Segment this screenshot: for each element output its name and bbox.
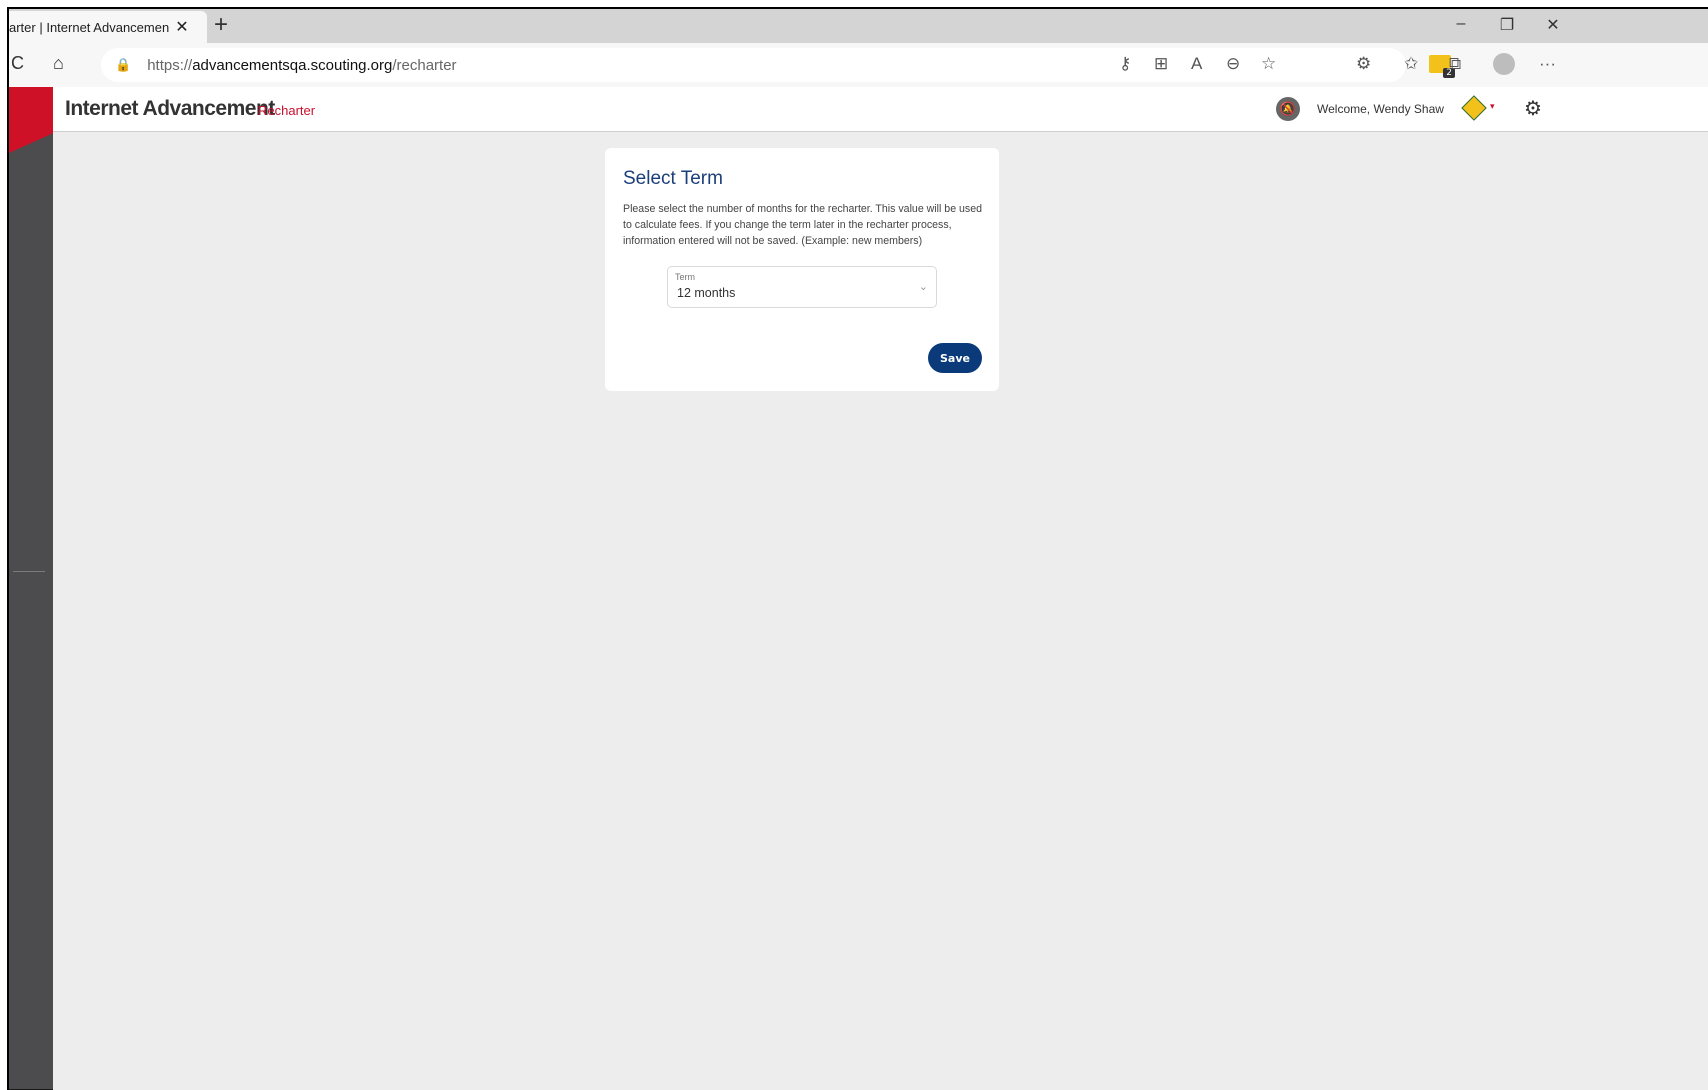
save-button[interactable]: Save bbox=[928, 343, 982, 373]
url-text: https://advancementsqa.scouting.org/rech… bbox=[147, 57, 456, 74]
select-term-card: Select Term Please select the number of … bbox=[605, 148, 999, 391]
url-path: /recharter bbox=[392, 56, 457, 74]
home-icon[interactable]: ⌂ bbox=[53, 53, 64, 74]
extensions-icon[interactable]: ⚙ bbox=[1356, 54, 1371, 74]
tab-title: arter | Internet Advancemen bbox=[9, 19, 170, 35]
card-description: Please select the number of months for t… bbox=[623, 203, 983, 247]
zoom-out-icon[interactable]: ⊖ bbox=[1226, 54, 1240, 74]
refresh-icon[interactable]: C bbox=[11, 53, 24, 74]
page-subtitle: Recharter bbox=[258, 103, 316, 118]
welcome-text: Welcome, Wendy Shaw bbox=[1317, 102, 1444, 116]
restore-icon[interactable]: ❐ bbox=[1487, 15, 1527, 35]
profile-avatar-icon[interactable] bbox=[1493, 53, 1515, 75]
tab-strip: arter | Internet Advancemen ✕ + – ❐ ✕ bbox=[9, 9, 1708, 43]
browser-window: arter | Internet Advancemen ✕ + – ❐ ✕ C … bbox=[7, 7, 1708, 1090]
unit-caret-icon[interactable]: ▾ bbox=[1490, 101, 1495, 112]
url-host: advancementsqa.scouting.org bbox=[192, 56, 393, 74]
favorites-icon[interactable]: ✩ bbox=[1404, 54, 1418, 74]
settings-gear-icon[interactable]: ⚙ bbox=[1524, 96, 1542, 121]
term-select[interactable]: Term 12 months ⌄ bbox=[667, 266, 937, 308]
new-tab-button[interactable]: + bbox=[214, 13, 228, 37]
term-value: 12 months bbox=[677, 286, 736, 300]
unit-switcher-icon[interactable] bbox=[1461, 95, 1487, 121]
apps-icon[interactable]: ⊞ bbox=[1154, 54, 1168, 74]
sidebar-divider bbox=[13, 571, 45, 572]
minimize-icon[interactable]: – bbox=[1441, 15, 1481, 33]
address-bar[interactable]: 🔒 https://advancementsqa.scouting.org/re… bbox=[101, 48, 1406, 82]
close-tab-icon[interactable]: ✕ bbox=[171, 17, 193, 37]
card-title: Select Term bbox=[623, 168, 723, 189]
more-menu-icon[interactable]: ··· bbox=[1539, 54, 1556, 74]
add-favorite-icon[interactable]: ☆ bbox=[1261, 54, 1276, 74]
lock-icon[interactable]: 🔒 bbox=[115, 57, 131, 73]
left-sidebar bbox=[9, 87, 53, 1090]
app-title[interactable]: Internet Advancement bbox=[65, 97, 275, 121]
app-header: Internet Advancement Recharter 🔕 Welcome… bbox=[53, 87, 1708, 132]
read-aloud-icon[interactable]: A bbox=[1191, 54, 1202, 74]
url-scheme: https:// bbox=[147, 56, 193, 74]
brand-accent bbox=[9, 87, 53, 153]
key-icon[interactable]: ⚷ bbox=[1119, 54, 1131, 74]
collections-icon[interactable]: ⧉ bbox=[1449, 54, 1461, 74]
window-close-icon[interactable]: ✕ bbox=[1533, 15, 1573, 35]
chevron-down-icon: ⌄ bbox=[918, 281, 928, 293]
term-label: Term bbox=[675, 272, 695, 282]
extension-icon[interactable]: 2 bbox=[1429, 55, 1455, 78]
browser-tab[interactable]: arter | Internet Advancemen ✕ bbox=[9, 11, 207, 43]
address-toolbar: C ⌂ 🔒 https://advancementsqa.scouting.or… bbox=[9, 43, 1708, 88]
notifications-off-icon[interactable]: 🔕 bbox=[1276, 97, 1300, 121]
